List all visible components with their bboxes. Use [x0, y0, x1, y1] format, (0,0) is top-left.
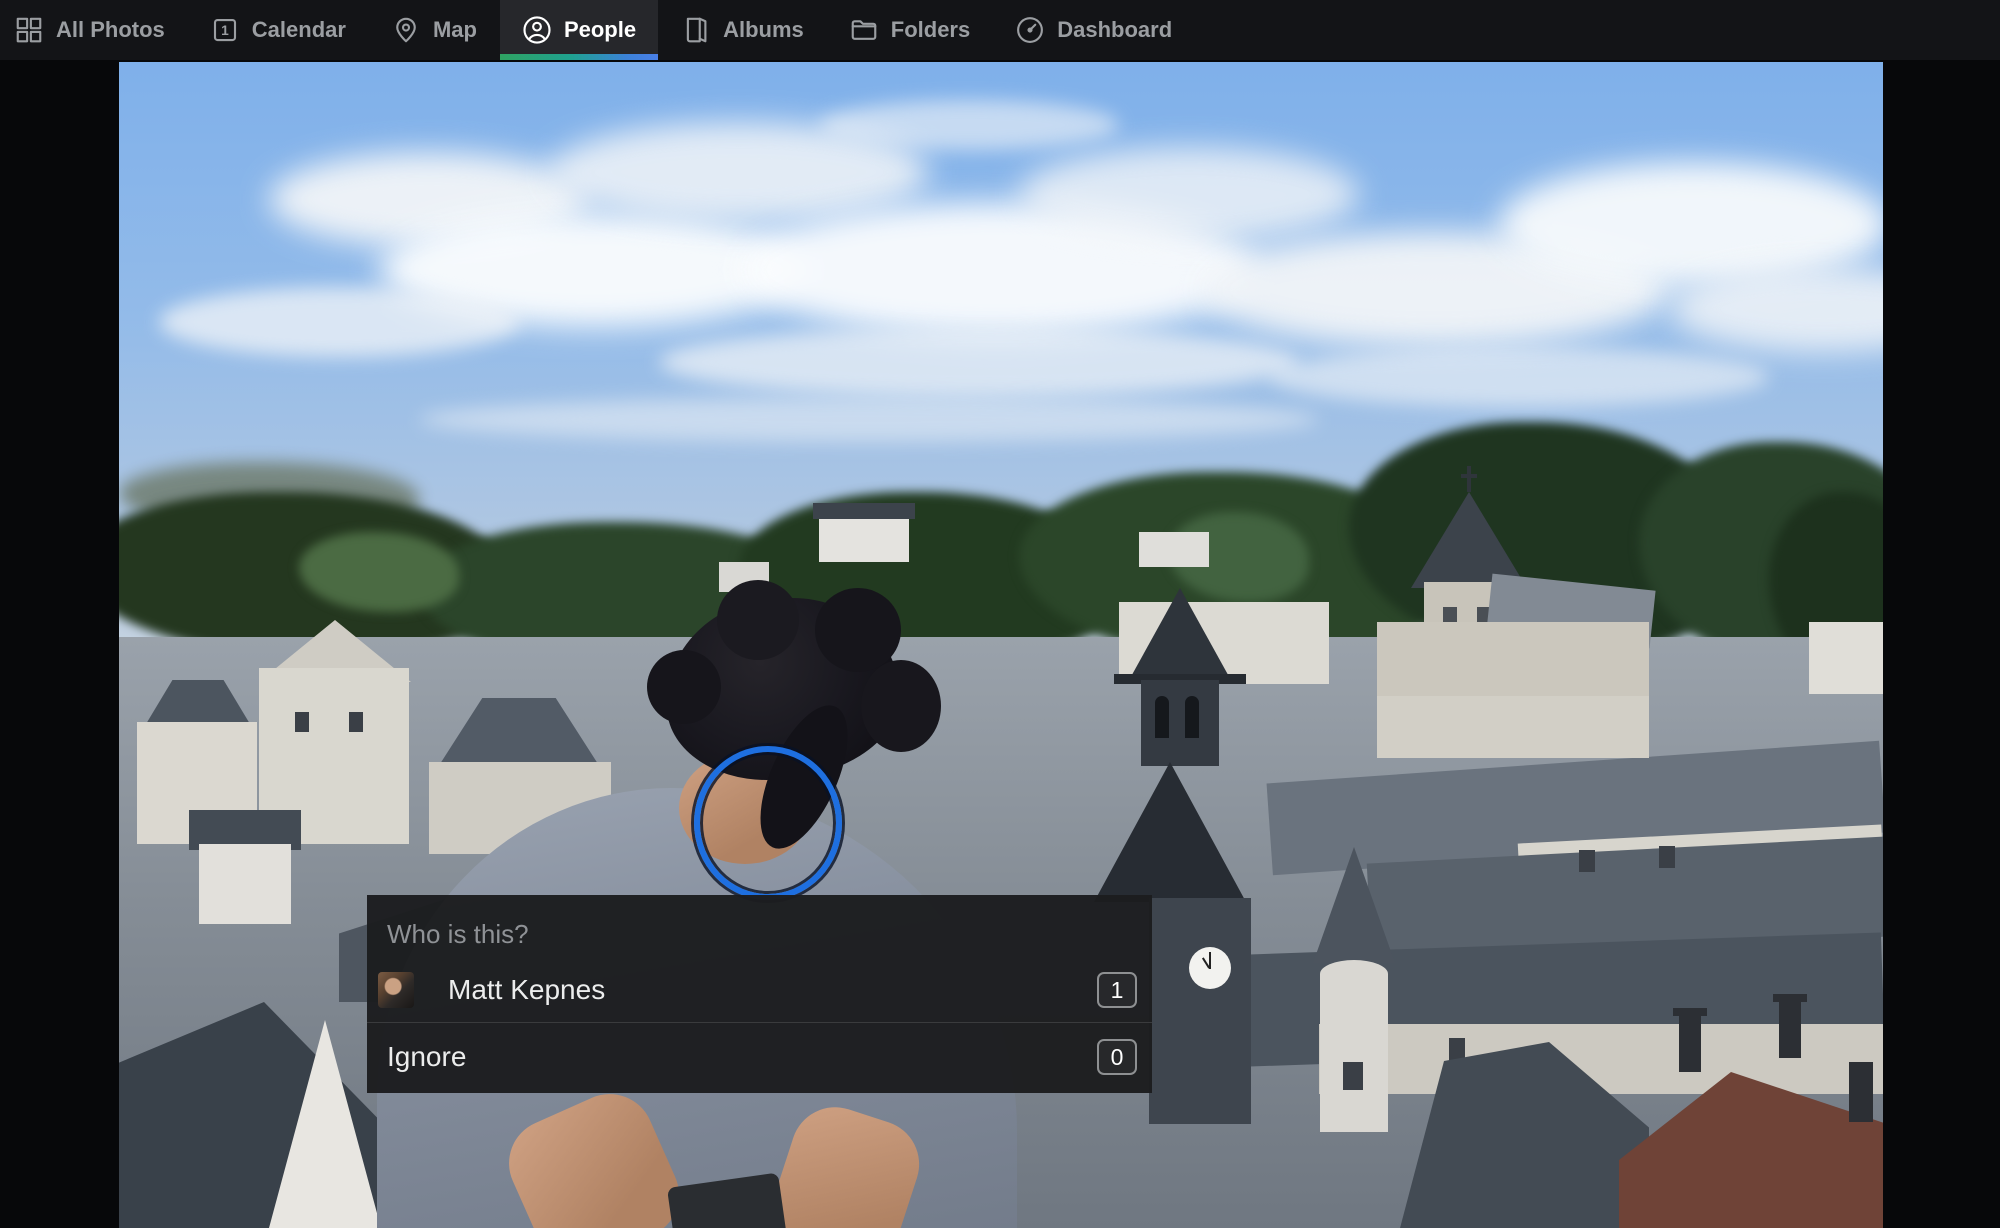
- ignore-label: Ignore: [387, 1041, 467, 1072]
- building-roof: [813, 503, 915, 519]
- person-icon: [522, 15, 552, 45]
- man-hair-curl: [717, 580, 799, 660]
- turret-window: [1343, 1062, 1363, 1090]
- face-detect-circle[interactable]: [694, 746, 842, 900]
- building: [1139, 532, 1209, 567]
- face-tag-popup: Who is this? Matt Kepnes 1 Ignore 0: [367, 895, 1152, 1093]
- nav-label: All Photos: [56, 17, 165, 42]
- belfry-arch: [1155, 696, 1169, 738]
- popup-option-person[interactable]: Matt Kepnes 1: [367, 958, 1152, 1022]
- chimney: [1773, 994, 1807, 1002]
- shortcut-badge: 0: [1097, 1039, 1137, 1075]
- nav-item-people[interactable]: People: [499, 0, 659, 60]
- church-base: [1377, 696, 1649, 758]
- nav-item-folders[interactable]: Folders: [845, 0, 974, 60]
- man-hair-curl: [861, 660, 941, 752]
- building: [1809, 622, 1883, 694]
- nav-item-calendar[interactable]: 1 Calendar: [206, 0, 350, 60]
- popup-option-ignore[interactable]: Ignore 0: [367, 1023, 1152, 1091]
- active-tab-underline: [499, 54, 659, 60]
- person-name: Matt Kepnes: [448, 974, 606, 1005]
- church-cross: [1461, 474, 1477, 478]
- window: [1579, 850, 1595, 872]
- map-pin-icon: [391, 15, 421, 45]
- building: [819, 517, 909, 562]
- svg-text:1: 1: [221, 23, 229, 38]
- nav-item-map[interactable]: Map: [387, 0, 481, 60]
- cloud: [1269, 347, 1769, 407]
- nav-item-dashboard[interactable]: Dashboard: [1011, 0, 1176, 60]
- window: [1659, 846, 1675, 868]
- album-icon: [681, 15, 711, 45]
- nav-label: Calendar: [251, 17, 346, 42]
- cloud: [1019, 147, 1359, 242]
- chimney: [1673, 1008, 1707, 1016]
- cloud: [159, 287, 519, 357]
- nav-item-all-photos[interactable]: All Photos: [10, 0, 169, 60]
- nav-label: Map: [432, 17, 477, 42]
- chimney: [1849, 1062, 1873, 1122]
- man-hair-curl: [815, 588, 901, 672]
- building: [199, 844, 291, 924]
- nav-label: Folders: [890, 17, 971, 42]
- nav-label: People: [563, 17, 637, 42]
- nav-item-albums[interactable]: Albums: [677, 0, 808, 60]
- man-hair-curl: [647, 650, 721, 724]
- window: [349, 712, 363, 732]
- bell-tower-body: [1149, 898, 1251, 1124]
- grid-icon: [14, 15, 44, 45]
- top-nav: All Photos 1 Calendar Map People Albums …: [0, 0, 2000, 60]
- photo-canvas[interactable]: Who is this? Matt Kepnes 1 Ignore 0: [119, 62, 1883, 1228]
- popup-title: Who is this?: [387, 919, 529, 949]
- calendar-icon: 1: [210, 15, 240, 45]
- belfry-arch: [1185, 696, 1199, 738]
- church-cross: [1467, 466, 1471, 492]
- turret-body: [1320, 960, 1388, 1132]
- bell-tower-belfry: [1141, 680, 1219, 766]
- shortcut-badge: 1: [1097, 972, 1137, 1008]
- cloud: [419, 397, 1319, 442]
- window: [295, 712, 309, 732]
- cloud: [819, 100, 1119, 150]
- chimney: [1679, 1014, 1701, 1072]
- avatar: [378, 972, 414, 1008]
- chimney: [1779, 1000, 1801, 1058]
- cloud: [659, 327, 1299, 397]
- nav-label: Dashboard: [1057, 17, 1173, 42]
- church-nave: [1377, 622, 1649, 704]
- nav-label: Albums: [723, 17, 804, 42]
- folder-icon: [849, 15, 879, 45]
- gauge-icon: [1015, 15, 1045, 45]
